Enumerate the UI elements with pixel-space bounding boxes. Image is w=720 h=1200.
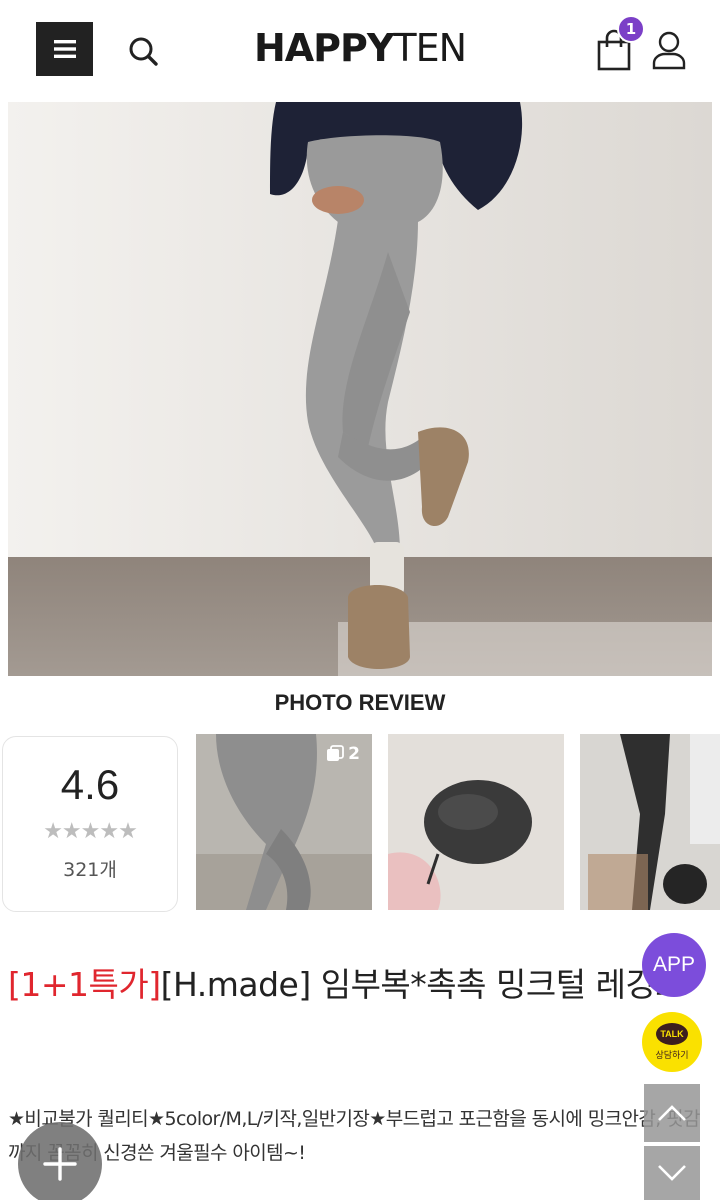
search-icon: [129, 37, 158, 66]
star-rating-icon: ★★★★★: [43, 819, 138, 844]
review-thumbnail[interactable]: 2: [196, 734, 372, 910]
product-main-image[interactable]: [8, 102, 712, 676]
multiple-photos-icon: [327, 745, 345, 761]
talk-label: 상담하기: [655, 1051, 689, 1061]
product-title: [1+1특가][H.made] 임부복*촉촉 밍크털 레깅스: [8, 960, 688, 1010]
product-photo-illustration: [8, 102, 712, 676]
cart-count-badge: 1: [617, 15, 645, 43]
review-thumbnail[interactable]: [388, 734, 564, 910]
scroll-bottom-button[interactable]: [644, 1146, 700, 1200]
plus-icon: [43, 1147, 77, 1181]
logo-bold: HAPPY: [253, 26, 394, 70]
scroll-top-button[interactable]: [644, 1084, 700, 1142]
logo-light: TEN: [393, 26, 467, 70]
multi-photo-indicator: 2: [326, 744, 360, 764]
app-download-button[interactable]: APP: [642, 933, 706, 997]
chevron-down-icon: [658, 1165, 686, 1181]
review-count: 321개: [63, 859, 117, 881]
floating-plus-button[interactable]: [18, 1122, 102, 1200]
menu-button[interactable]: [36, 22, 93, 76]
promo-tag: [1+1특가]: [8, 965, 161, 1004]
page: HAPPYTEN 1 PHOTO REVIEW 4.6 ★★★★★ 321개 2…: [0, 0, 720, 1200]
search-button[interactable]: [126, 34, 160, 68]
user-icon: [652, 31, 686, 70]
review-photo: [388, 734, 564, 910]
photo-review-heading: PHOTO REVIEW: [274, 690, 446, 715]
kakao-talk-button[interactable]: TALK 상담하기: [642, 1012, 702, 1072]
rating-value: 4.6: [60, 761, 120, 808]
account-button[interactable]: [651, 30, 687, 70]
review-photo: [580, 734, 720, 910]
chevron-up-icon: [658, 1105, 686, 1121]
chat-bubble-icon: TALK: [656, 1023, 688, 1045]
rating-summary-card[interactable]: 4.6 ★★★★★ 321개: [2, 736, 178, 912]
product-name: [H.made] 임부복*촉촉 밍크털 레깅스: [160, 965, 686, 1004]
review-thumbnail[interactable]: [580, 734, 720, 910]
photo-count: 2: [348, 744, 360, 764]
menu-icon: [53, 40, 76, 58]
header: HAPPYTEN 1: [0, 0, 720, 100]
product-description: ★비교불가 퀄리티★5color/M,L/키작,일반기장★부드럽고 포근함을 동…: [8, 1108, 700, 1164]
